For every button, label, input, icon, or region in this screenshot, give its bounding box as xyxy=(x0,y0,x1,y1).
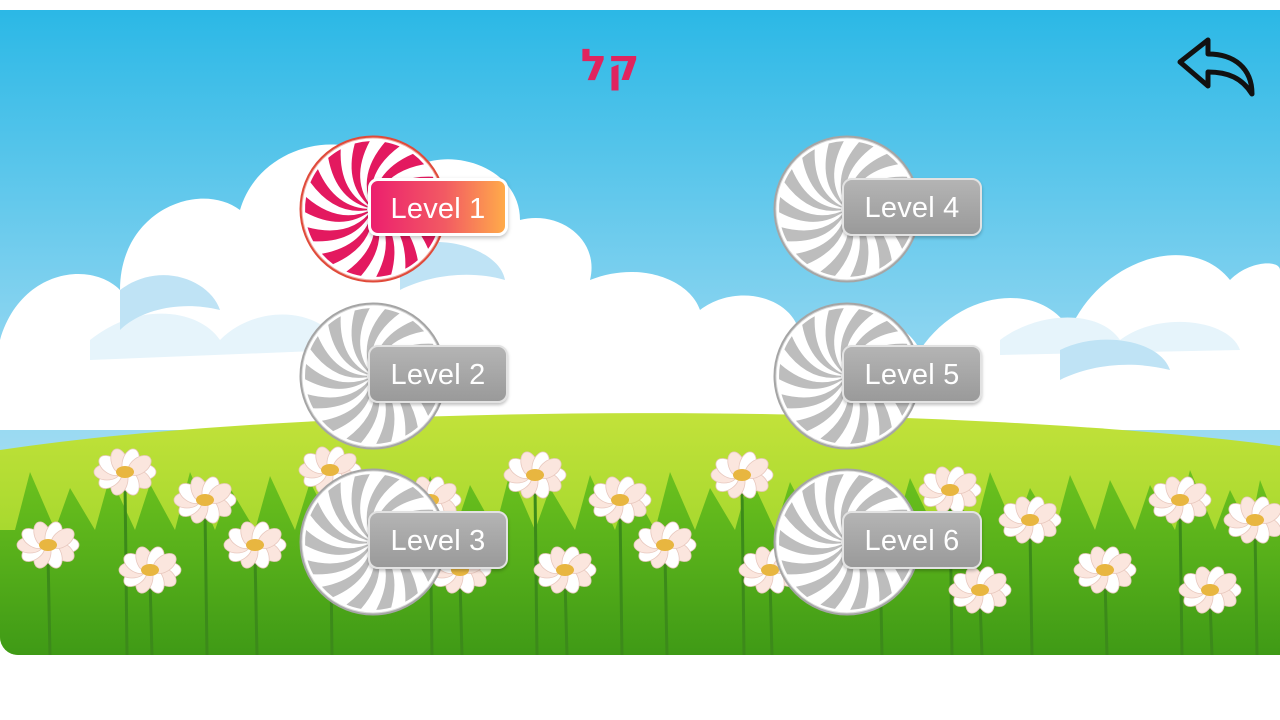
level-1-label: Level 1 xyxy=(368,178,508,236)
level-6-button[interactable]: Level 6 xyxy=(772,467,988,617)
level-3-button[interactable]: Level 3 xyxy=(298,467,514,617)
difficulty-title: קל xyxy=(580,40,640,91)
level-4-label: Level 4 xyxy=(842,178,982,236)
level-select-screen: קל Level 1 Level 2 Level 3 Level 4 Level… xyxy=(0,10,1280,655)
meadow-background xyxy=(0,10,1280,655)
level-6-label: Level 6 xyxy=(842,511,982,569)
level-1-button[interactable]: Level 1 xyxy=(298,134,514,284)
level-4-button[interactable]: Level 4 xyxy=(772,134,988,284)
level-3-label: Level 3 xyxy=(368,511,508,569)
level-2-button[interactable]: Level 2 xyxy=(298,301,514,451)
level-5-button[interactable]: Level 5 xyxy=(772,301,988,451)
back-arrow-icon[interactable] xyxy=(1176,34,1258,100)
level-5-label: Level 5 xyxy=(842,345,982,403)
level-2-label: Level 2 xyxy=(368,345,508,403)
